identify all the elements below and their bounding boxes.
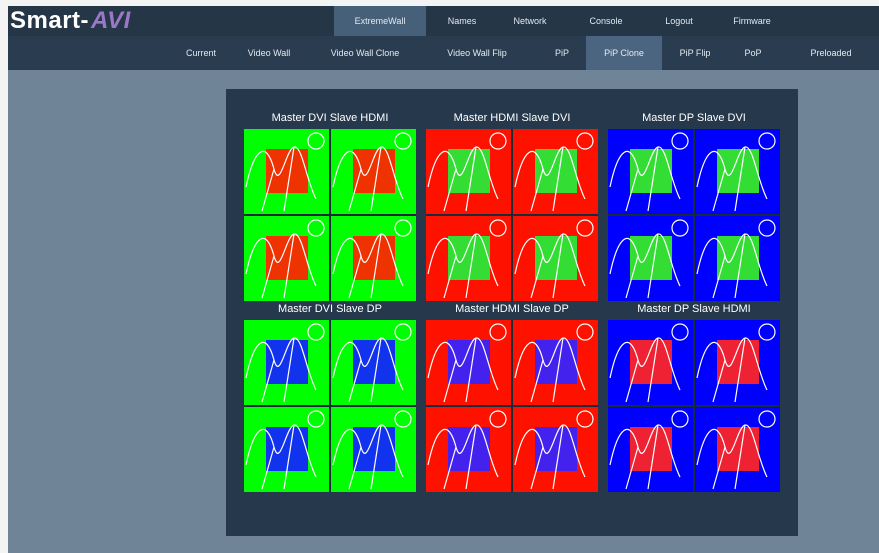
tile-art-icon bbox=[427, 323, 507, 403]
sub-nav-bar: Current Video Wall Video Wall Clone Vide… bbox=[8, 36, 879, 70]
tile-art-icon bbox=[696, 410, 776, 490]
nav-item-extremewall[interactable]: ExtremeWall bbox=[334, 6, 426, 36]
tile-art-icon bbox=[332, 219, 412, 299]
nav-item-logout[interactable]: Logout bbox=[654, 6, 704, 36]
group-title: Master DP Slave DVI bbox=[642, 112, 746, 124]
nav-item-network[interactable]: Network bbox=[500, 6, 560, 36]
tile-art-icon bbox=[514, 410, 594, 490]
subnav-preloaded[interactable]: Preloaded bbox=[788, 36, 874, 70]
tile-art-icon bbox=[696, 132, 776, 212]
tile-art-icon bbox=[245, 410, 325, 490]
display-tile[interactable] bbox=[244, 216, 329, 301]
group-title: Master DVI Slave DP bbox=[278, 303, 382, 315]
tile-art-icon bbox=[696, 323, 776, 403]
group-title: Master DVI Slave HDMI bbox=[271, 112, 389, 124]
group-tile-grid bbox=[608, 129, 780, 301]
brand-name: Smart- bbox=[10, 7, 90, 34]
nav-item-names[interactable]: Names bbox=[434, 6, 490, 36]
pip-clone-canvas: Master DVI Slave HDMI Master HDMI Slave D… bbox=[226, 89, 798, 536]
group-tile-grid bbox=[608, 320, 780, 492]
display-tile[interactable] bbox=[695, 407, 780, 492]
display-tile[interactable] bbox=[331, 407, 416, 492]
display-tile[interactable] bbox=[426, 320, 511, 405]
tile-art-icon bbox=[245, 323, 325, 403]
tile-art-icon bbox=[245, 132, 325, 212]
group-title: Master HDMI Slave DVI bbox=[453, 112, 571, 124]
subnav-current[interactable]: Current bbox=[174, 36, 228, 70]
group-tile-grid bbox=[244, 320, 416, 492]
group-title: Master HDMI Slave DP bbox=[455, 303, 569, 315]
tile-art-icon bbox=[609, 410, 689, 490]
tile-art-icon bbox=[427, 132, 507, 212]
display-tile[interactable] bbox=[513, 129, 598, 214]
display-tile[interactable] bbox=[331, 129, 416, 214]
subnav-video-wall[interactable]: Video Wall bbox=[238, 36, 300, 70]
display-tile[interactable] bbox=[426, 216, 511, 301]
display-tile[interactable] bbox=[244, 129, 329, 214]
display-tile[interactable] bbox=[513, 320, 598, 405]
nav-item-firmware[interactable]: Firmware bbox=[722, 6, 782, 36]
subnav-pip-flip[interactable]: PiP Flip bbox=[668, 36, 722, 70]
display-tile[interactable] bbox=[608, 407, 693, 492]
top-nav-bar: Smart-AVI ExtremeWall Names Network Cons… bbox=[8, 6, 879, 36]
display-tile[interactable] bbox=[426, 129, 511, 214]
tile-art-icon bbox=[609, 219, 689, 299]
subnav-video-wall-clone[interactable]: Video Wall Clone bbox=[312, 36, 418, 70]
display-tile[interactable] bbox=[608, 129, 693, 214]
display-tile[interactable] bbox=[608, 216, 693, 301]
display-tile[interactable] bbox=[513, 216, 598, 301]
display-tile[interactable] bbox=[244, 407, 329, 492]
tile-art-icon bbox=[332, 410, 412, 490]
group-tile-grid bbox=[244, 129, 416, 301]
subnav-pip-clone[interactable]: PiP Clone bbox=[586, 36, 662, 70]
tile-art-icon bbox=[609, 132, 689, 212]
display-tile[interactable] bbox=[608, 320, 693, 405]
display-tile[interactable] bbox=[513, 407, 598, 492]
display-tile[interactable] bbox=[244, 320, 329, 405]
display-tile[interactable] bbox=[695, 216, 780, 301]
display-tile[interactable] bbox=[331, 216, 416, 301]
tile-art-icon bbox=[514, 132, 594, 212]
tile-art-icon bbox=[427, 219, 507, 299]
tile-art-icon bbox=[609, 323, 689, 403]
subnav-pop[interactable]: PoP bbox=[732, 36, 774, 70]
subnav-video-wall-flip[interactable]: Video Wall Flip bbox=[430, 36, 524, 70]
display-tile[interactable] bbox=[695, 320, 780, 405]
group-title: Master DP Slave HDMI bbox=[637, 303, 751, 315]
group-tile-grid bbox=[426, 129, 598, 301]
brand-logo: Smart-AVI bbox=[10, 7, 131, 35]
tile-art-icon bbox=[514, 219, 594, 299]
subnav-pip[interactable]: PiP bbox=[542, 36, 582, 70]
nav-item-console[interactable]: Console bbox=[578, 6, 634, 36]
display-tile[interactable] bbox=[331, 320, 416, 405]
app-frame: Smart-AVI ExtremeWall Names Network Cons… bbox=[8, 6, 879, 553]
tile-art-icon bbox=[514, 323, 594, 403]
tile-art-icon bbox=[332, 323, 412, 403]
tile-art-icon bbox=[696, 219, 776, 299]
tile-art-icon bbox=[332, 132, 412, 212]
tile-art-icon bbox=[245, 219, 325, 299]
group-tile-grid bbox=[426, 320, 598, 492]
display-tile[interactable] bbox=[426, 407, 511, 492]
tile-art-icon bbox=[427, 410, 507, 490]
brand-accent: AVI bbox=[91, 7, 131, 34]
display-tile[interactable] bbox=[695, 129, 780, 214]
